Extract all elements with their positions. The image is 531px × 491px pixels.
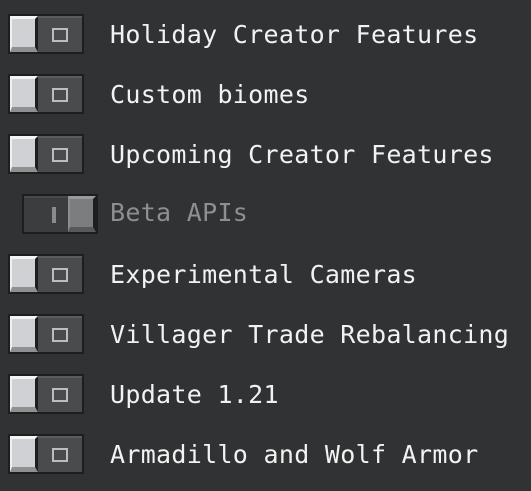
experiment-label: Experimental Cameras bbox=[110, 260, 418, 289]
experiment-label: Villager Trade Rebalancing bbox=[110, 320, 510, 349]
toggle-track bbox=[38, 16, 82, 52]
off-ring-icon bbox=[52, 88, 68, 102]
toggle-track bbox=[38, 316, 82, 352]
toggle-knob[interactable] bbox=[10, 136, 38, 172]
toggle-track bbox=[38, 136, 82, 172]
toggle-knob bbox=[68, 196, 96, 232]
toggle-track bbox=[38, 376, 82, 412]
experiment-row-armadillo-and-wolf-armor: Armadillo and Wolf Armor bbox=[0, 430, 531, 480]
toggle-knob[interactable] bbox=[10, 16, 38, 52]
toggle-track bbox=[38, 76, 82, 112]
toggle-track bbox=[38, 436, 82, 472]
toggle-track bbox=[24, 196, 68, 232]
toggle-custom-biomes[interactable] bbox=[8, 74, 84, 114]
experiment-label: Holiday Creator Features bbox=[110, 20, 479, 49]
off-ring-icon bbox=[52, 328, 68, 342]
experiment-row-update-1-21: Update 1.21 bbox=[0, 370, 531, 420]
experiment-row-villager-trade-rebalancing: Villager Trade Rebalancing bbox=[0, 310, 531, 360]
toggle-knob[interactable] bbox=[10, 256, 38, 292]
off-ring-icon bbox=[52, 148, 68, 162]
toggle-beta-apis bbox=[22, 194, 98, 234]
experiments-toggle-list: Holiday Creator Features Custom biomes U… bbox=[0, 0, 531, 491]
toggle-holiday-creator-features[interactable] bbox=[8, 14, 84, 54]
toggle-knob[interactable] bbox=[10, 316, 38, 352]
toggle-armadillo-and-wolf-armor[interactable] bbox=[8, 434, 84, 474]
experiment-row-custom-biomes: Custom biomes bbox=[0, 70, 531, 120]
off-ring-icon bbox=[52, 28, 68, 42]
experiment-label: Armadillo and Wolf Armor bbox=[110, 440, 479, 469]
experiment-row-experimental-cameras: Experimental Cameras bbox=[0, 250, 531, 300]
experiment-label: Upcoming Creator Features bbox=[110, 140, 494, 169]
on-bar-icon bbox=[52, 207, 56, 223]
toggle-knob[interactable] bbox=[10, 436, 38, 472]
experiment-row-holiday-creator-features: Holiday Creator Features bbox=[0, 10, 531, 60]
experiment-label: Beta APIs bbox=[110, 198, 249, 227]
toggle-upcoming-creator-features[interactable] bbox=[8, 134, 84, 174]
toggle-track bbox=[38, 256, 82, 292]
off-ring-icon bbox=[52, 388, 68, 402]
toggle-villager-trade-rebalancing[interactable] bbox=[8, 314, 84, 354]
experiment-row-upcoming-creator-features: Upcoming Creator Features bbox=[0, 130, 531, 180]
experiment-row-beta-apis: Beta APIs bbox=[0, 188, 531, 238]
experiment-label: Update 1.21 bbox=[110, 380, 279, 409]
toggle-knob[interactable] bbox=[10, 76, 38, 112]
toggle-update-1-21[interactable] bbox=[8, 374, 84, 414]
toggle-knob[interactable] bbox=[10, 376, 38, 412]
toggle-experimental-cameras[interactable] bbox=[8, 254, 84, 294]
off-ring-icon bbox=[52, 268, 68, 282]
off-ring-icon bbox=[52, 448, 68, 462]
experiment-label: Custom biomes bbox=[110, 80, 310, 109]
